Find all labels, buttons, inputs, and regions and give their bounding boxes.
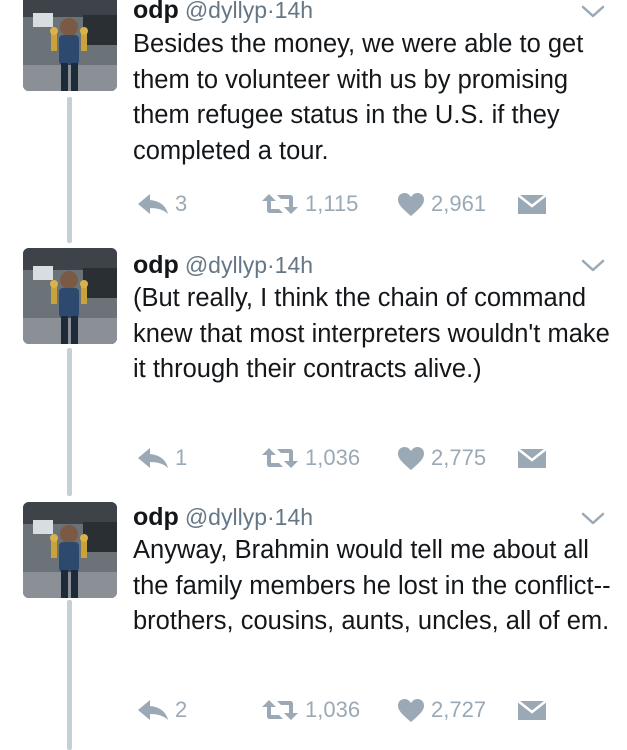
direct-message-button[interactable] bbox=[517, 187, 547, 221]
heart-icon bbox=[398, 192, 424, 216]
direct-message-button[interactable] bbox=[517, 441, 547, 475]
like-count: 2,727 bbox=[431, 697, 487, 722]
tweet[interactable]: odp @dyllyp·14h Besides the money, we wer… bbox=[0, 0, 627, 235]
tweet-header: odp @dyllyp·14h bbox=[133, 250, 313, 280]
author-handle[interactable]: @dyllyp bbox=[185, 0, 267, 23]
chevron-down-icon[interactable] bbox=[580, 509, 606, 529]
tweet-text: (But really, I think the chain of comman… bbox=[133, 284, 610, 383]
author-name[interactable]: odp bbox=[133, 0, 179, 24]
heart-icon bbox=[398, 446, 424, 470]
like-button[interactable]: 2,727 bbox=[397, 693, 486, 727]
retweet-count: 1,115 bbox=[305, 191, 359, 216]
avatar[interactable] bbox=[23, 248, 117, 344]
timestamp[interactable]: 14h bbox=[275, 0, 313, 23]
envelope-icon bbox=[517, 448, 547, 468]
like-button[interactable]: 2,775 bbox=[397, 441, 486, 475]
separator: · bbox=[266, 252, 275, 278]
tweet-text: Besides the money, we were able to get t… bbox=[133, 30, 584, 165]
retweet-button[interactable]: 1,115 bbox=[261, 187, 358, 221]
avatar[interactable] bbox=[23, 502, 117, 598]
like-count: 2,775 bbox=[431, 445, 487, 470]
retweet-icon bbox=[262, 448, 298, 468]
reply-arrow-icon bbox=[138, 448, 168, 468]
timestamp[interactable]: 14h bbox=[275, 252, 313, 278]
reply-arrow-icon bbox=[138, 700, 168, 720]
reply-button[interactable]: 1 bbox=[137, 441, 187, 475]
retweet-button[interactable]: 1,036 bbox=[261, 693, 360, 727]
separator: · bbox=[266, 0, 275, 23]
like-count: 2,961 bbox=[431, 191, 487, 216]
direct-message-button[interactable] bbox=[517, 693, 547, 727]
tweet-header: odp @dyllyp·14h bbox=[133, 502, 313, 532]
tweet[interactable]: odp @dyllyp·14h Anyway, Brahmin would tel… bbox=[0, 500, 627, 745]
author-name[interactable]: odp bbox=[133, 251, 179, 279]
chevron-down-icon[interactable] bbox=[580, 2, 606, 22]
reply-count: 3 bbox=[175, 191, 188, 216]
retweet-button[interactable]: 1,036 bbox=[261, 441, 360, 475]
profile-photo-icon bbox=[23, 0, 117, 91]
tweet-header: odp @dyllyp·14h bbox=[133, 0, 313, 25]
profile-photo-icon bbox=[23, 248, 117, 344]
author-name[interactable]: odp bbox=[133, 503, 179, 531]
retweet-count: 1,036 bbox=[305, 445, 361, 470]
separator: · bbox=[266, 504, 275, 530]
envelope-icon bbox=[517, 194, 547, 214]
reply-button[interactable]: 2 bbox=[137, 693, 187, 727]
profile-photo-icon bbox=[23, 502, 117, 598]
timestamp[interactable]: 14h bbox=[275, 504, 313, 530]
avatar[interactable] bbox=[23, 0, 117, 91]
author-handle[interactable]: @dyllyp bbox=[185, 252, 267, 278]
envelope-icon bbox=[517, 700, 547, 720]
tweet-actions: 1 1,036 2,775 bbox=[133, 441, 613, 475]
tweet-actions: 2 1,036 2,727 bbox=[133, 693, 613, 727]
heart-icon bbox=[398, 698, 424, 722]
reply-count: 2 bbox=[175, 697, 188, 722]
chevron-down-icon[interactable] bbox=[580, 256, 606, 276]
reply-arrow-icon bbox=[138, 194, 168, 214]
reply-button[interactable]: 3 bbox=[137, 187, 187, 221]
tweet[interactable]: odp @dyllyp·14h (But really, I think the … bbox=[0, 248, 627, 488]
author-handle[interactable]: @dyllyp bbox=[185, 504, 267, 530]
retweet-count: 1,036 bbox=[305, 697, 361, 722]
tweet-actions: 3 1,115 2,961 bbox=[133, 187, 613, 221]
tweet-text: Anyway, Brahmin would tell me about all … bbox=[133, 536, 611, 635]
reply-count: 1 bbox=[175, 445, 188, 470]
retweet-icon bbox=[262, 194, 298, 214]
retweet-icon bbox=[262, 700, 298, 720]
like-button[interactable]: 2,961 bbox=[397, 187, 486, 221]
